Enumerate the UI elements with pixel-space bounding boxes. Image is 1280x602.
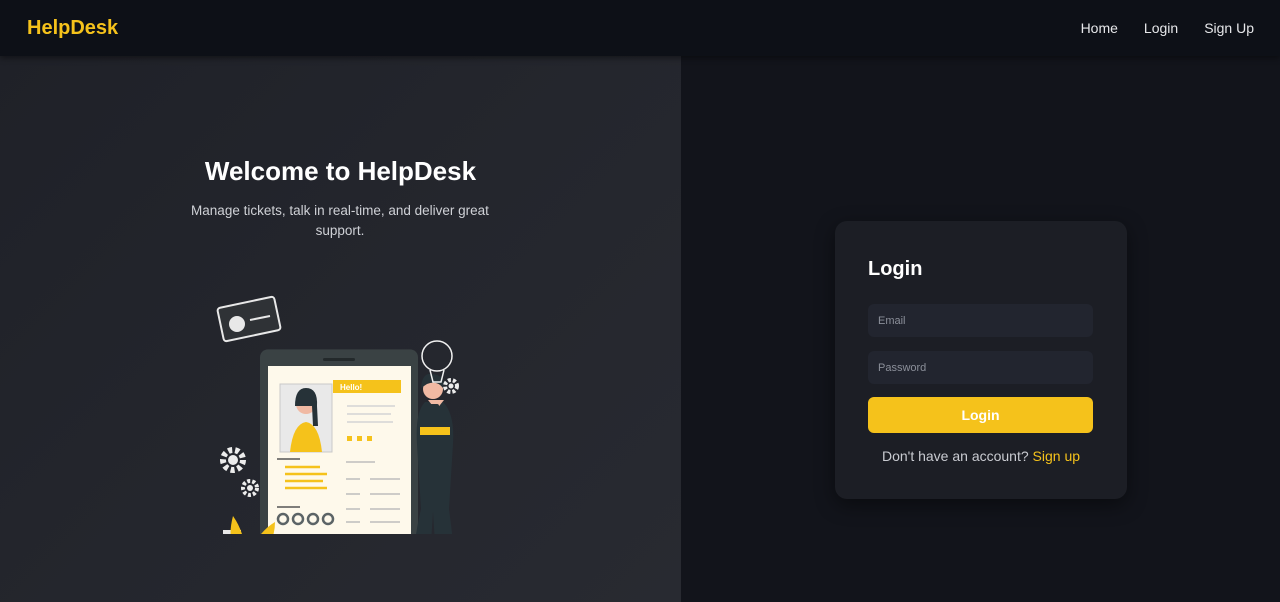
signup-prompt-text: Don't have an account?: [881, 448, 1029, 464]
top-navbar: HelpDesk Home Login Sign Up: [0, 0, 1280, 56]
welcome-panel: Welcome to HelpDesk Manage tickets, talk…: [0, 56, 681, 602]
email-input[interactable]: [868, 304, 1093, 337]
login-title: Login: [868, 258, 923, 280]
signup-prompt: Don't have an account? Sign up: [835, 448, 1127, 464]
nav-link-signup[interactable]: Sign Up: [1204, 20, 1254, 36]
gear-icon: [220, 447, 246, 473]
helpdesk-illustration: Hello!: [216, 295, 459, 534]
password-input[interactable]: [868, 351, 1093, 384]
login-button[interactable]: Login: [868, 397, 1093, 433]
nav-link-login[interactable]: Login: [1144, 20, 1178, 36]
id-card-illustration: [216, 295, 282, 343]
login-card: Login Login Don't have an account? Sign …: [835, 221, 1127, 499]
welcome-subtitle: Manage tickets, talk in real-time, and d…: [191, 203, 489, 238]
signup-link[interactable]: Sign up: [1033, 448, 1080, 464]
brand-logo[interactable]: HelpDesk: [27, 17, 118, 40]
nav-links: Home Login Sign Up: [1081, 20, 1254, 36]
gear-icon: [443, 378, 459, 394]
nav-link-home[interactable]: Home: [1081, 20, 1118, 36]
gear-icon: [241, 479, 259, 497]
welcome-title: Welcome to HelpDesk: [204, 156, 477, 186]
hello-text: Hello!: [340, 383, 362, 392]
tablet-illustration: Hello!: [260, 349, 418, 534]
